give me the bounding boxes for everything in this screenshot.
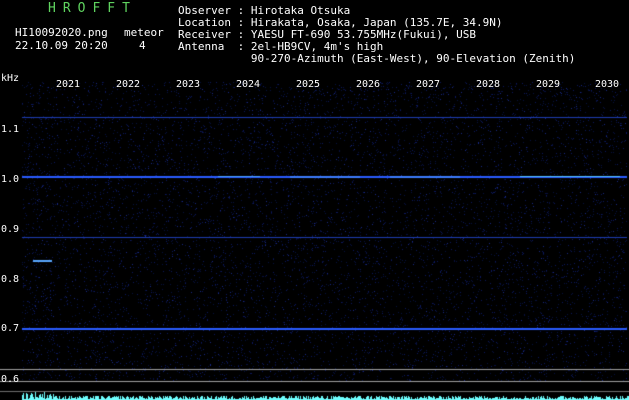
y-tick-label: 0.7 [1,323,20,334]
y-axis-unit: kHz [1,73,20,84]
hrofft-window: HROFFT HI10092020.png 22.10.09 20:20 met… [0,0,629,400]
x-tick-label: 2028 [475,79,501,90]
x-tick-label: 2021 [55,79,81,90]
file-name: HI10092020.png [15,26,108,39]
meteor-label: meteor [124,26,164,39]
y-tick-label: 1.1 [1,124,20,135]
x-tick-label: 2024 [235,79,261,90]
x-tick-label: 2022 [115,79,141,90]
x-tick-label: 2023 [175,79,201,90]
x-tick-label: 2030 [594,79,620,90]
x-tick-label: 2025 [295,79,321,90]
y-tick-label: 1.0 [1,174,20,185]
capture-datetime: 22.10.09 20:20 [15,39,108,52]
antenna-detail-line: 90-270-Azimuth (East-West), 90-Elevation… [178,52,576,65]
meteor-count: 4 [139,39,146,52]
x-tick-label: 2027 [415,79,441,90]
x-tick-label: 2029 [535,79,561,90]
y-tick-label: 0.9 [1,224,20,235]
y-tick-label: 0.6 [1,374,20,385]
y-tick-label: 0.8 [1,274,20,285]
program-title: HROFFT [48,1,137,16]
x-tick-label: 2026 [355,79,381,90]
